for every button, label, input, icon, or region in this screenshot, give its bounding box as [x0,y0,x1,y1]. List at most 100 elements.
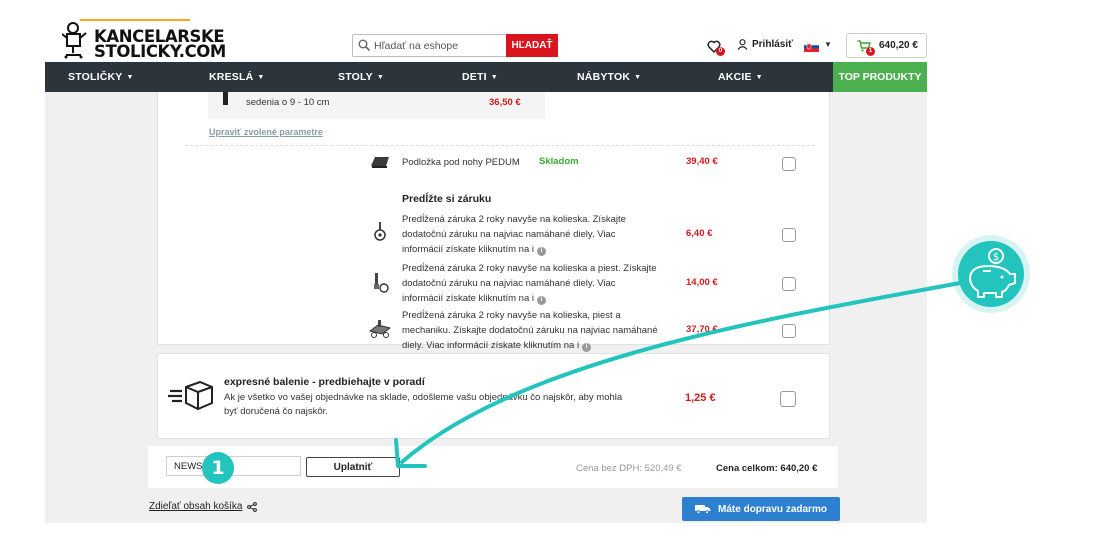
fast-delivery-box-icon [168,381,213,411]
user-icon [737,39,748,50]
nav-item-stoly[interactable]: STOLY ▼ [338,71,384,83]
apply-coupon-button[interactable]: Uplatniť [306,457,400,477]
stock-status: Skladom [539,156,579,167]
packaging-description: Ak je všetko vo vašej objednávke na skla… [224,391,644,419]
piggy-bank-badge: $ [958,241,1024,307]
selected-parameter-row: sedenia o 9 - 10 cm 36,50 € [208,92,545,119]
share-icon [247,501,258,512]
warranty-3-line-1: Predĺžená záruka 2 roky navyše na kolies… [402,310,621,321]
express-packaging-panel: expresné balenie - predbiehajte v poradí… [157,353,830,439]
delivery-truck-icon [695,505,711,514]
warranty-1-line-3: informácií získate kliknutím na ii [402,242,682,257]
warranty-1-description: Predĺžená záruka 2 roky navyše na kolies… [402,212,682,257]
svg-text:$: $ [993,252,999,263]
warranty-heading: Predĺžte si záruku [402,193,492,205]
eshop-page: KANCELARSKE STOLICKY.COM HĽADAŤ 0 Prihlá… [45,15,927,523]
free-shipping-label: Máte dopravu zadarmo [718,503,827,515]
share-cart-link[interactable]: Zdieľať obsah košíka [149,501,258,512]
warranty-2-checkbox[interactable] [782,277,796,291]
info-icon[interactable]: i [537,247,546,256]
warranty-3-description: Predĺžená záruka 2 roky navyše na kolies… [402,308,682,353]
cart-item-options-panel: sedenia o 9 - 10 cm 36,50 € Upraviť zvol… [157,92,830,352]
edit-parameters-link[interactable]: Upraviť zvolené parametre [209,127,323,137]
nav-top-products[interactable]: TOP PRODUKTY [833,62,927,92]
site-header: KANCELARSKE STOLICKY.COM HĽADAŤ 0 Prihlá… [45,15,927,62]
caster-wheel-thumbnail [374,222,386,241]
cart-button[interactable]: 1 640,20 € [846,33,927,58]
packaging-price: 1,25 € [685,392,716,404]
nav-item-akcie[interactable]: AKCIE ▼ [718,71,763,83]
warranty-3-checkbox[interactable] [782,324,796,338]
chevron-down-icon: ▼ [634,74,642,81]
main-navigation: STOLIČKY ▼ KRESLÁ ▼ STOLY ▼ DETI ▼ NÁBYTOK ▼ … [45,62,927,92]
search-icon [358,39,370,52]
search-button[interactable]: HĽADAŤ [506,34,558,57]
logo-stripe [80,19,190,21]
nav-label: STOLY [338,71,373,83]
nav-label: AKCIE [718,71,752,83]
total-price: Cena celkom: 640,20 € [716,463,818,474]
nav-label: STOLIČKY [68,71,123,83]
cart-summary: Uplatniť Cena bez DPH: 520,49 € Cena cel… [148,446,838,488]
logo-wordmark: KANCELARSKE STOLICKY.COM [94,28,226,61]
warranty-2-line-3-text: informácií získate kliknutím na i [402,293,534,304]
warranty-2-line-2: dodatočnú záruku na najviac namáhané die… [402,278,616,289]
chevron-down-icon: ▼ [257,74,265,81]
search-input[interactable] [374,37,504,54]
warranty-2-line-3: informácií získate kliknutím na ii [402,291,682,306]
nav-label: KRESLÁ [209,71,254,83]
packaging-desc-line-2: byť doručená čo najskôr. [224,406,328,417]
chevron-down-icon: ▼ [490,74,498,81]
warranty-2-description: Predĺžená záruka 2 roky navyše na kolies… [402,261,682,306]
warranty-3-price: 37,70 € [686,324,718,335]
site-logo[interactable]: KANCELARSKE STOLICKY.COM [62,19,232,61]
logo-line-2: STOLICKY.COM [94,42,226,61]
language-chevron-down-icon[interactable]: ▼ [824,40,832,49]
info-icon[interactable]: i [537,296,546,305]
price-without-vat: Cena bez DPH: 520,49 € [576,463,682,474]
warranty-1-price: 6,40 € [686,228,713,239]
nav-item-nabytok[interactable]: NÁBYTOK ▼ [577,71,641,83]
caster-and-piston-thumbnail [374,273,389,293]
cart-count-badge: 1 [866,47,875,56]
free-shipping-badge: Máte dopravu zadarmo [682,497,840,521]
packaging-desc-line-1: Ak je všetko vo vašej objednávke na skla… [224,392,623,403]
warranty-1-line-3-text: informácií získate kliknutím na i [402,244,534,255]
warranty-1-line-2: dodatočnú záruku na najviac namáhané die… [402,229,616,240]
warranty-2-line-1: Predĺžená záruka 2 roky navyše na kolies… [402,263,657,274]
divider [185,145,815,146]
login-link[interactable]: Prihlásiť [737,39,793,50]
nav-item-stolicky[interactable]: STOLIČKY ▼ [68,71,134,83]
nav-item-deti[interactable]: DETI ▼ [462,71,498,83]
piggy-bank-icon: $ [969,248,1016,298]
chair-mascot-icon [62,22,87,59]
parameter-text: sedenia o 9 - 10 cm [246,97,330,108]
wishlist-button[interactable]: 0 [707,39,725,60]
parameter-thumbnail [223,92,228,105]
nav-label: DETI [462,71,487,83]
chevron-down-icon: ▼ [755,74,763,81]
footrest-thumbnail [371,157,389,168]
nav-item-kresla[interactable]: KRESLÁ ▼ [209,71,265,83]
nav-label: NÁBYTOK [577,71,631,83]
info-icon[interactable]: i [582,343,592,352]
step-number-badge: 1 [202,452,234,484]
warranty-1-line-1: Predĺžená záruka 2 roky navyše na kolies… [402,214,626,225]
chevron-down-icon: ▼ [376,74,384,81]
warranty-3-line-3-text: diely. Viac informácií získate kliknutím… [402,340,580,351]
slovak-flag-icon[interactable] [804,42,819,52]
share-cart-label: Zdieľať obsah košíka [149,501,243,512]
warranty-3-line-3: diely. Viac informácií získate kliknutím… [402,338,682,353]
wishlist-count-badge: 0 [716,47,725,56]
packaging-checkbox[interactable] [780,391,796,407]
warranty-3-line-2: mechaniku. Získajte dodatočnú záruku na … [402,325,658,336]
cart-amount: 640,20 € [879,40,918,51]
mechanism-thumbnail [368,320,392,338]
accessory-price: 39,40 € [686,156,718,167]
parameter-price: 36,50 € [489,97,521,108]
accessory-name: Podložka pod nohy PEDUM [402,157,520,168]
warranty-2-price: 14,00 € [686,277,718,288]
accessory-checkbox[interactable] [782,157,796,171]
warranty-1-checkbox[interactable] [782,228,796,242]
login-label: Prihlásiť [752,39,793,50]
